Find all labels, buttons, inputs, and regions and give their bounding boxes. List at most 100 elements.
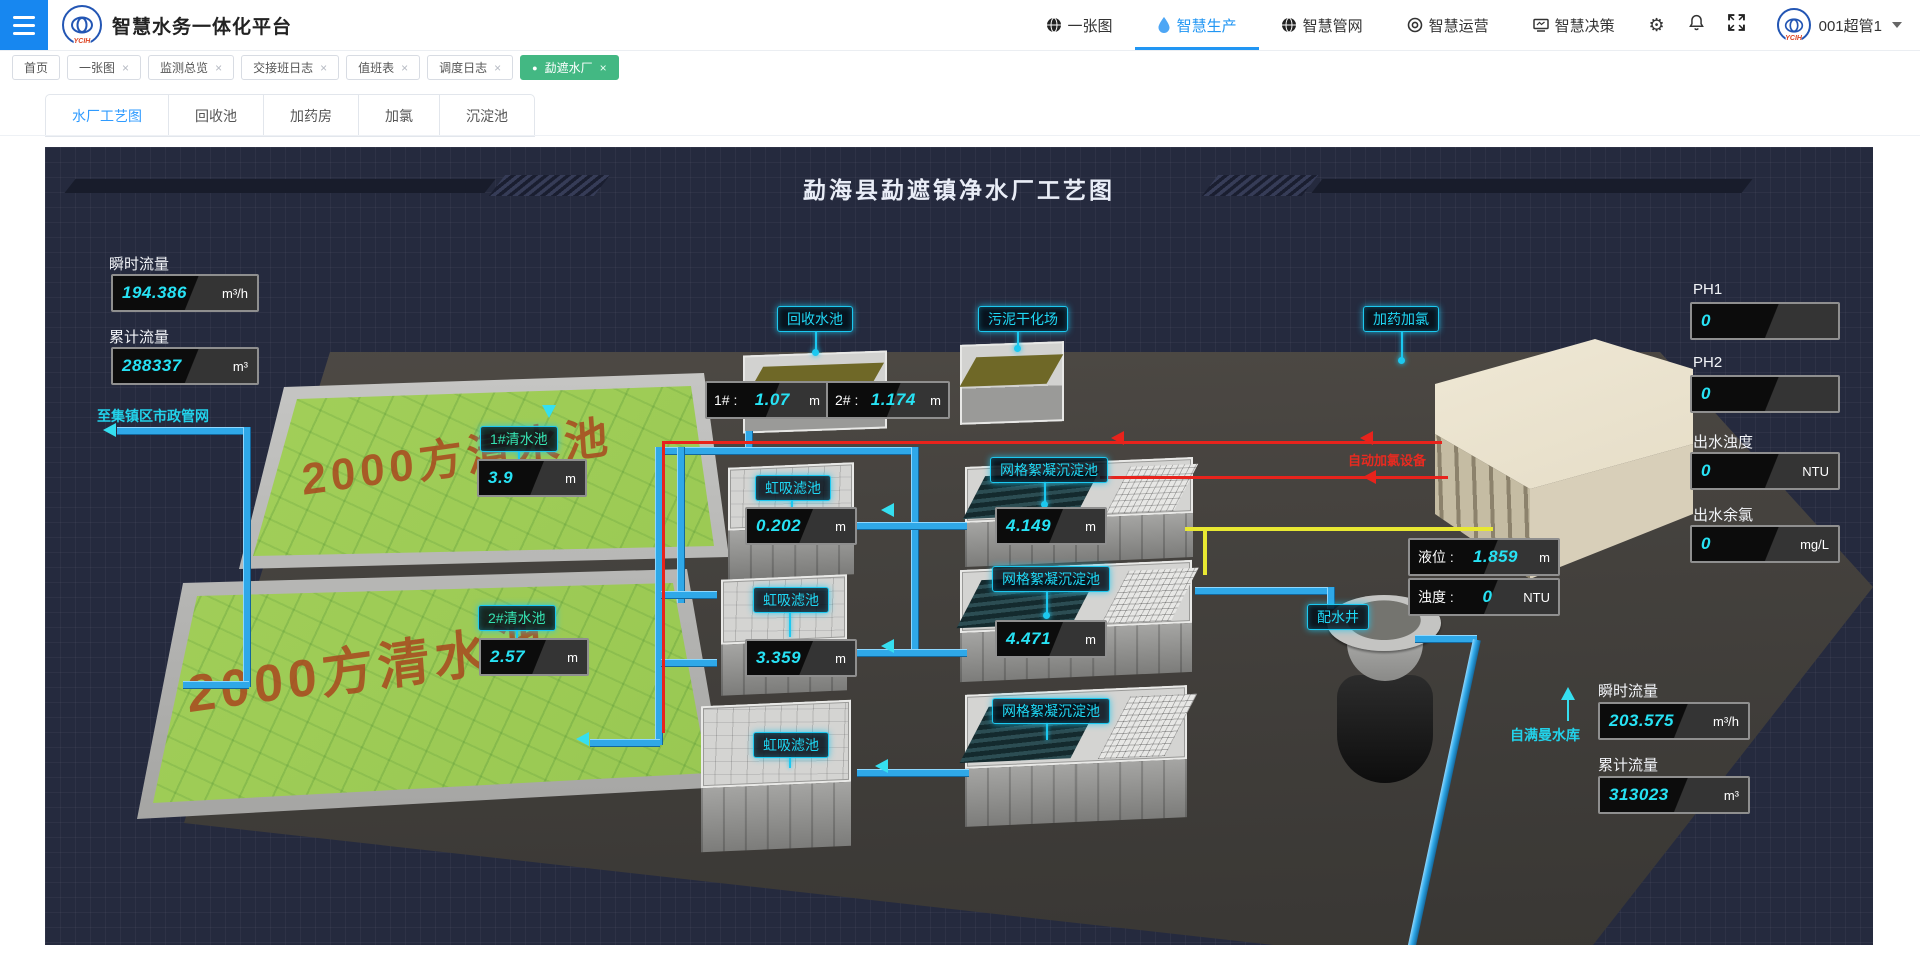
nav-item-smart-pipenet[interactable]: 智慧管网	[1259, 0, 1385, 50]
subtab-sedimentation[interactable]: 沉淀池	[440, 95, 534, 136]
tab-shift-log[interactable]: 交接班日志 ×	[241, 55, 339, 80]
siphon1-level-value: 0.202	[756, 516, 801, 536]
grid2-level-value: 4.471	[1006, 629, 1051, 649]
outflow-instant-unit: m³/h	[222, 286, 248, 301]
inflow-total-unit: m³	[1724, 788, 1739, 803]
tab-mengzhe-plant[interactable]: ● 勐遮水厂 ×	[520, 55, 618, 80]
pool2-level-unit: m	[567, 650, 578, 665]
tag-recycle-pool: 回收水池	[777, 306, 853, 332]
outflow-total-unit: m³	[233, 359, 248, 374]
outflow-instant-value: 194.386	[122, 283, 187, 303]
municipal-network-label: 至集镇区市政管网	[97, 406, 209, 426]
tab-label: 首页	[24, 59, 48, 76]
subtab-chlorination[interactable]: 加氯	[359, 95, 440, 136]
primary-nav: 一张图 智慧生产 智慧管网 智慧运营 智慧决策	[1024, 0, 1637, 50]
tab-duty-roster[interactable]: 值班表×	[346, 55, 420, 80]
pipe-outlet-v	[243, 427, 251, 687]
plant-subtabs: 水厂工艺图 回收池 加药房 加氯 沉淀池	[45, 94, 535, 137]
logo-swirl-icon	[70, 15, 94, 35]
nav-item-smart-operation[interactable]: 智慧运营	[1385, 0, 1511, 50]
ph1-label: PH1	[1693, 281, 1722, 298]
nav-label: 一张图	[1068, 15, 1113, 36]
tab-label: 调度日志	[439, 59, 487, 76]
well-turbidity-value: 0	[1483, 587, 1493, 607]
subtab-dosing-room[interactable]: 加药房	[264, 95, 359, 136]
inflow-instant-label: 瞬时流量	[1598, 680, 1658, 701]
pool2-level-value: 2.57	[490, 647, 525, 667]
close-icon[interactable]: ×	[215, 61, 222, 75]
tab-one-map[interactable]: 一张图 ×	[67, 55, 141, 80]
subtab-recycle-pool[interactable]: 回收池	[169, 95, 264, 136]
siphon1-level-unit: m	[835, 519, 846, 534]
close-icon[interactable]: ×	[320, 61, 327, 75]
leader-dot-grid-2	[1043, 612, 1050, 619]
outflow-total-value: 288337	[122, 356, 182, 376]
nav-item-one-map[interactable]: 一张图	[1024, 0, 1135, 50]
inflow-instant-box: 203.575 m³/h	[1598, 702, 1750, 740]
close-icon[interactable]: ×	[122, 61, 129, 75]
pool1-level-value: 3.9	[488, 468, 513, 488]
outflow-total-box: 288337 m³	[111, 347, 259, 385]
nav-item-smart-production[interactable]: 智慧生产	[1135, 0, 1259, 50]
pipe-outlet-h	[117, 427, 249, 435]
grid2-level-box: 4.471 m	[995, 620, 1107, 658]
settings-gear-icon[interactable]: ⚙	[1637, 15, 1677, 36]
close-icon[interactable]: ×	[401, 61, 408, 75]
ph1-box: 0	[1690, 302, 1840, 340]
arrow-red-left-3	[1363, 470, 1376, 484]
inflow-instant-unit: m³/h	[1713, 714, 1739, 729]
leader-grid-3	[1046, 722, 1048, 740]
notifications-bell-icon[interactable]	[1677, 14, 1717, 36]
recycle-level1-unit: m	[809, 393, 820, 408]
tag-grid-3: 网格絮凝沉淀池	[992, 698, 1110, 724]
tab-dispatch-log[interactable]: 调度日志 ×	[427, 55, 513, 80]
well-level-box: 液位 : 1.859 m	[1408, 538, 1560, 576]
tag-pool2: 2#清水池	[478, 605, 556, 631]
pipe-row2	[845, 649, 967, 657]
leader-siphon-2	[789, 611, 791, 637]
arrow-down-pool1	[542, 405, 556, 418]
process-diagram-canvas: 勐海县勐遮镇净水厂工艺图 2000方清水池 2000方清水池	[45, 147, 1873, 945]
recycle-level2-label: 2# :	[835, 392, 858, 408]
tab-monitor-overview[interactable]: 监测总览×	[148, 55, 234, 80]
siphon2-level-unit: m	[835, 651, 846, 666]
residual-chlorine-unit: mg/L	[1800, 537, 1829, 552]
tag-pool1: 1#清水池	[480, 426, 558, 452]
effluent-turbidity-value: 0	[1701, 461, 1711, 481]
tab-label: 勐遮水厂	[545, 59, 593, 76]
leader-dot-dosing	[1398, 357, 1405, 364]
app-logo: YCIH	[62, 5, 102, 45]
active-dot-icon: ●	[532, 63, 537, 73]
tag-grid-2: 网格絮凝沉淀池	[992, 566, 1110, 592]
inflow-total-label: 累计流量	[1598, 754, 1658, 775]
tab-label: 一张图	[79, 59, 115, 76]
close-icon[interactable]: ×	[494, 61, 501, 75]
leader-grid-2	[1046, 590, 1048, 614]
close-icon[interactable]: ×	[600, 61, 607, 75]
divider	[0, 135, 1920, 136]
avatar: YCIH	[1777, 8, 1811, 42]
tab-label: 交接班日志	[253, 59, 313, 76]
pipe-red-v	[662, 441, 665, 733]
fullscreen-icon[interactable]	[1717, 14, 1757, 36]
nav-item-smart-decision[interactable]: 智慧决策	[1511, 0, 1637, 50]
pipe-to-well	[1195, 587, 1335, 595]
pipe-row1	[851, 522, 967, 530]
tag-siphon-1: 虹吸滤池	[755, 475, 831, 501]
pipe-yellow-v	[1203, 527, 1207, 575]
arrow-left-pool-feed	[576, 732, 589, 746]
tab-home[interactable]: 首页	[12, 55, 60, 80]
user-menu[interactable]: YCIH 001超管1	[1763, 8, 1902, 42]
grid1-level-value: 4.149	[1006, 516, 1051, 536]
outflow-instant-label: 瞬时流量	[109, 253, 169, 274]
subtab-process-diagram[interactable]: 水厂工艺图	[46, 95, 169, 136]
hamburger-menu-button[interactable]	[0, 0, 48, 50]
avatar-logo-text: YCIH	[1785, 36, 1802, 42]
nav-label: 智慧生产	[1177, 15, 1237, 36]
leader-dot-recycle	[812, 349, 819, 356]
siphon1-level-box: 0.202 m	[745, 507, 857, 545]
pipe-row3	[857, 769, 969, 777]
username: 001超管1	[1819, 15, 1882, 36]
recycle-level1-box: 1# : 1.07 m	[705, 381, 829, 419]
reservoir-label: 自满曼水库	[1510, 725, 1580, 745]
